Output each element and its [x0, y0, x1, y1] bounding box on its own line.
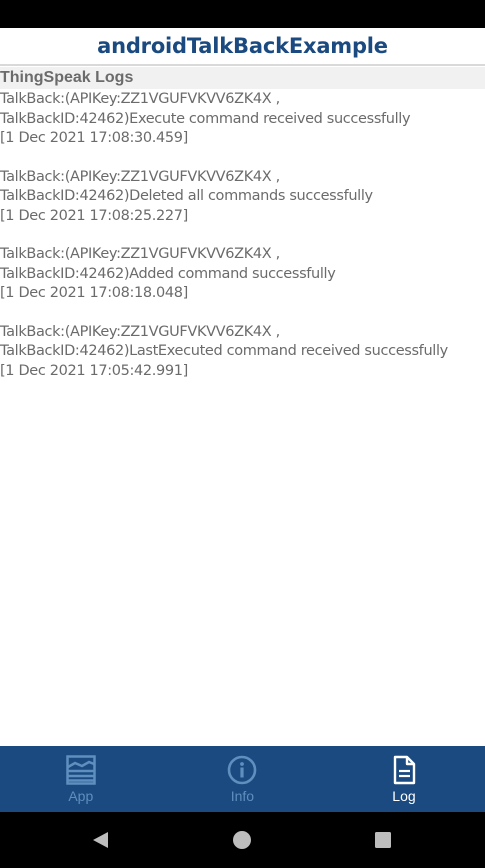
system-navigation-bar [0, 812, 485, 868]
info-circle-icon [226, 754, 258, 786]
log-entry-timestamp: [1 Dec 2021 17:08:18.048] [0, 285, 188, 301]
app-bar: androidTalkBackExample [0, 28, 485, 66]
log-entry: TalkBack:(APIKey:ZZ1VGUFVKVV6ZK4X , Talk… [0, 90, 485, 168]
recents-button[interactable] [353, 812, 413, 868]
nav-tab-log[interactable]: Log [323, 746, 485, 812]
nav-tab-info[interactable]: Info [162, 746, 324, 812]
chart-layers-icon [65, 754, 97, 786]
nav-tab-info-label: Info [230, 788, 255, 804]
log-entry-line: TalkBack:(APIKey:ZZ1VGUFVKVV6ZK4X , [0, 246, 280, 262]
status-bar [0, 0, 485, 28]
log-entry-line: TalkBack:(APIKey:ZZ1VGUFVKVV6ZK4X , [0, 168, 280, 185]
log-entry: TalkBack:(APIKey:ZZ1VGUFVKVV6ZK4X , Talk… [0, 323, 485, 401]
log-entry: TalkBack:(APIKey:ZZ1VGUFVKVV6ZK4X , Talk… [0, 245, 485, 323]
home-circle-icon [233, 831, 251, 849]
bottom-navigation: App Info Log [0, 746, 485, 812]
log-entry-line: TalkBackID:42462)Deleted all commands su… [0, 188, 373, 204]
log-entry-line: TalkBack:(APIKey:ZZ1VGUFVKVV6ZK4X , [0, 91, 280, 107]
log-list[interactable]: TalkBack:(APIKey:ZZ1VGUFVKVV6ZK4X , Talk… [0, 90, 485, 400]
log-entry-line: TalkBack:(APIKey:ZZ1VGUFVKVV6ZK4X , [0, 323, 280, 340]
home-button[interactable] [212, 812, 272, 868]
log-entry-timestamp: [1 Dec 2021 17:08:30.459] [0, 130, 188, 146]
log-entry-line: TalkBackID:42462)Execute command receive… [0, 110, 411, 127]
nav-tab-app-label: App [68, 788, 94, 804]
log-section-title: ThingSpeak Logs [0, 69, 134, 86]
log-entry-line: TalkBackID:42462)Added command successfu… [0, 265, 336, 282]
log-entry: TalkBack:(APIKey:ZZ1VGUFVKVV6ZK4X , Talk… [0, 168, 485, 246]
nav-tab-app[interactable]: App [0, 746, 162, 812]
recents-square-icon [375, 832, 391, 848]
log-section-header: ThingSpeak Logs [0, 67, 485, 89]
app-title: androidTalkBackExample [97, 34, 388, 58]
nav-tab-log-label: Log [392, 788, 416, 804]
back-triangle-icon [93, 832, 108, 848]
log-entry-line: TalkBackID:42462)LastExecuted command re… [0, 343, 448, 359]
log-entry-timestamp: [1 Dec 2021 17:08:25.227] [0, 207, 188, 224]
log-entry-timestamp: [1 Dec 2021 17:05:42.991] [0, 362, 188, 379]
document-icon [388, 754, 420, 786]
back-button[interactable] [70, 812, 130, 868]
